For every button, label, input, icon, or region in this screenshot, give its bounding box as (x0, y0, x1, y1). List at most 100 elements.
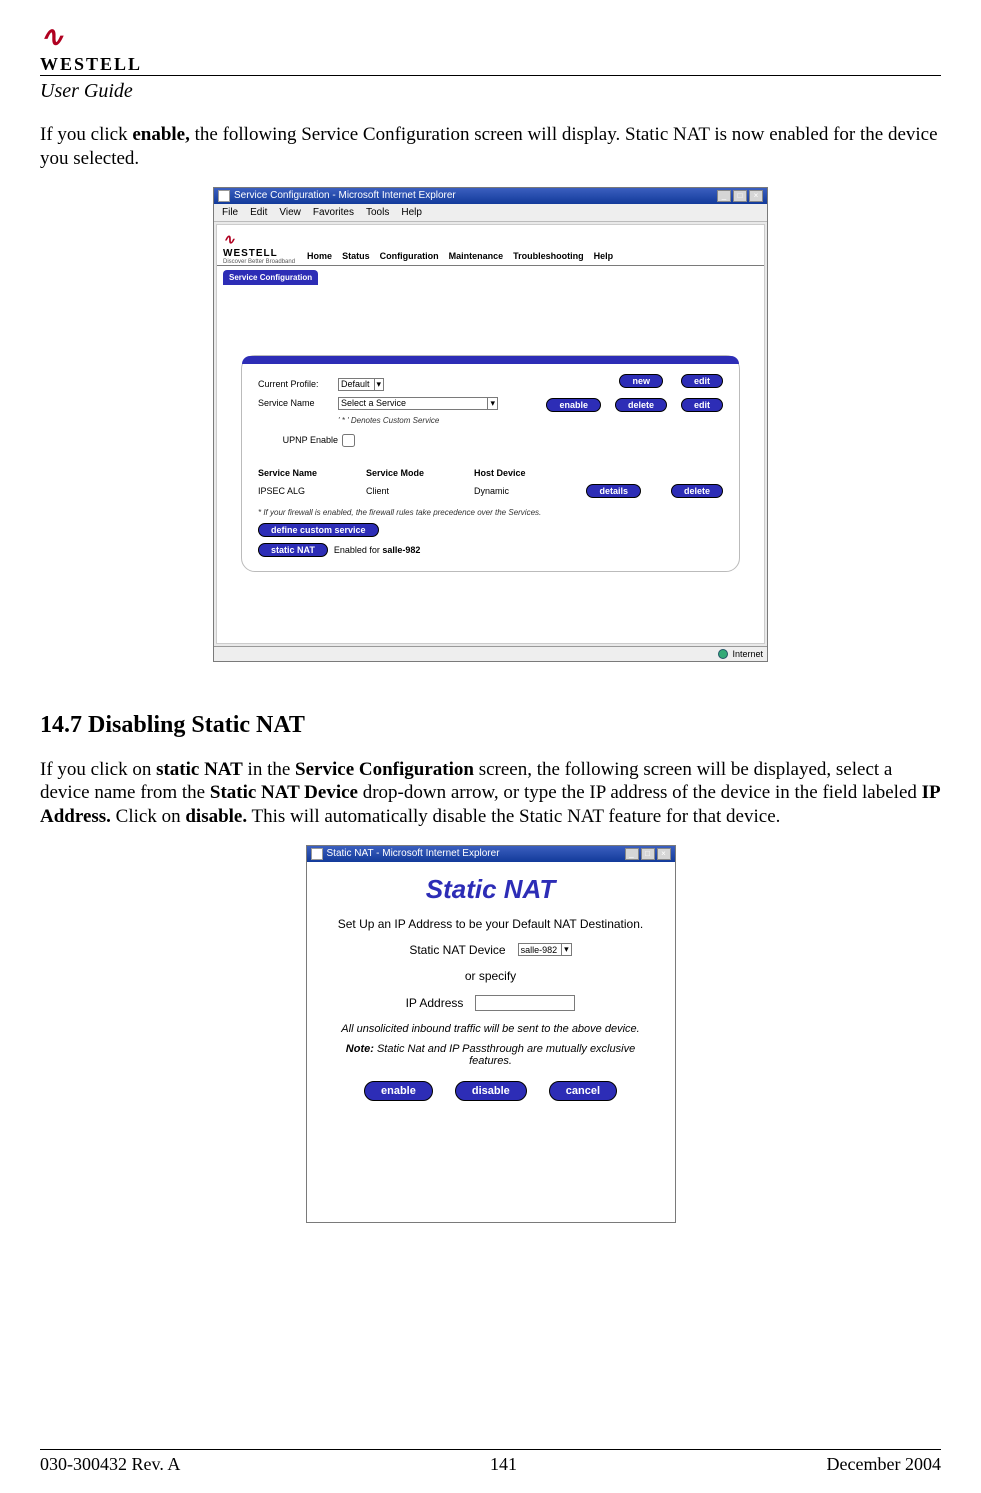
service-name-note: ' * ' Denotes Custom Service (338, 416, 723, 425)
menu-view[interactable]: View (279, 207, 301, 218)
app-header: ∿ WESTELL Discover Better Broadband Home… (217, 225, 764, 266)
current-profile-select[interactable]: Default ▾ (338, 378, 384, 391)
p2-b0: static NAT (156, 759, 243, 780)
current-profile-label: Current Profile: (258, 379, 338, 389)
app-logo: ∿ WESTELL Discover Better Broadband (223, 231, 295, 265)
row-delete-button[interactable]: delete (671, 484, 723, 498)
window-titlebar: Service Configuration - Microsoft Intern… (214, 188, 767, 204)
nav-status[interactable]: Status (342, 251, 370, 261)
menu-help[interactable]: Help (401, 207, 422, 218)
footer-right: December 2004 (827, 1454, 941, 1475)
window-title-2: Static NAT - Microsoft Internet Explorer (327, 848, 500, 859)
upnp-checkbox[interactable] (342, 434, 355, 447)
close-icon[interactable]: × (749, 190, 763, 202)
app-brand: WESTELL (223, 248, 278, 259)
p2-s0: If you click on (40, 759, 156, 780)
maximize-icon[interactable]: □ (733, 190, 747, 202)
logo-rule (40, 75, 941, 76)
service-name-label: Service Name (258, 398, 338, 408)
static-nat-status: Enabled for salle-982 (334, 545, 421, 555)
th-service-mode: Service Mode (366, 468, 444, 478)
static-nat-instruction: Set Up an IP Address to be your Default … (323, 917, 659, 931)
app-nav: Home Status Configuration Maintenance Tr… (307, 251, 613, 265)
snat-cancel-button[interactable]: cancel (549, 1081, 617, 1101)
ie-icon (311, 848, 323, 860)
static-nat-device-value: salle-982 (521, 945, 558, 955)
table-row: IPSEC ALG Client Dynamic details delete (258, 484, 723, 498)
note-label: Note: (346, 1043, 374, 1055)
panel-topband (242, 356, 739, 364)
chevron-down-icon: ▾ (561, 944, 569, 955)
service-name-select[interactable]: Select a Service ▾ (338, 397, 498, 410)
p2-s5: This will automatically disable the Stat… (247, 806, 780, 827)
delete-button[interactable]: delete (615, 398, 667, 412)
globe-icon (718, 649, 728, 659)
minimize-icon[interactable]: _ (717, 190, 731, 202)
maximize-icon[interactable]: □ (641, 848, 655, 860)
status-prefix: Enabled for (334, 545, 383, 555)
th-host-device: Host Device (474, 468, 552, 478)
p2-b4: disable. (185, 806, 247, 827)
minimize-icon[interactable]: _ (625, 848, 639, 860)
enable-button[interactable]: enable (546, 398, 601, 412)
p2-s1: in the (243, 759, 295, 780)
browser-viewport: ∿ WESTELL Discover Better Broadband Home… (216, 224, 765, 644)
upnp-label: UPNP Enable (258, 435, 338, 445)
screenshot-service-config: Service Configuration - Microsoft Intern… (213, 187, 768, 662)
service-table-header: Service Name Service Mode Host Device (258, 468, 723, 478)
screenshot-static-nat: Static NAT - Microsoft Internet Explorer… (306, 845, 676, 1223)
details-button[interactable]: details (586, 484, 641, 498)
status-device: salle-982 (382, 545, 420, 555)
static-nat-dialog: Static NAT Set Up an IP Address to be yo… (307, 862, 675, 1222)
edit-profile-button[interactable]: edit (681, 374, 723, 388)
td-host-device: Dynamic (474, 486, 552, 496)
nav-home[interactable]: Home (307, 251, 332, 261)
para-1-prefix: If you click (40, 124, 132, 145)
p2-s4: Click on (111, 806, 185, 827)
doc-subhead: User Guide (40, 80, 941, 103)
page-footer: 030-300432 Rev. A 141 December 2004 (40, 1449, 941, 1475)
define-custom-service-button[interactable]: define custom service (258, 523, 379, 537)
snat-enable-button[interactable]: enable (364, 1081, 433, 1101)
td-service-name: IPSEC ALG (258, 486, 336, 496)
static-nat-button[interactable]: static NAT (258, 543, 328, 557)
firewall-note: * If your firewall is enabled, the firew… (258, 508, 723, 517)
page-logo: ∿ WESTELL (40, 20, 941, 76)
status-internet: Internet (732, 649, 763, 659)
ip-address-label: IP Address (406, 996, 464, 1010)
or-specify-label: or specify (323, 969, 659, 983)
nav-maintenance[interactable]: Maintenance (449, 251, 504, 261)
footer-center: 141 (490, 1454, 517, 1475)
chevron-down-icon: ▾ (374, 379, 382, 390)
app-tagline: Discover Better Broadband (223, 259, 295, 265)
section-heading: 14.7 Disabling Static NAT (40, 712, 941, 739)
th-service-name: Service Name (258, 468, 336, 478)
p2-s3: drop-down arrow, or type the IP address … (358, 782, 922, 803)
browser-menubar: File Edit View Favorites Tools Help (214, 204, 767, 222)
config-panel: new edit enable delete edit Current Prof… (241, 355, 740, 572)
snat-disable-button[interactable]: disable (455, 1081, 527, 1101)
nav-help[interactable]: Help (594, 251, 614, 261)
brand-name: WESTELL (40, 54, 941, 75)
p2-b2: Static NAT Device (210, 782, 358, 803)
app-swoosh-icon: ∿ (223, 231, 235, 248)
note-text: Static Nat and IP Passthrough are mutual… (374, 1043, 635, 1067)
menu-tools[interactable]: Tools (366, 207, 389, 218)
window-titlebar-2: Static NAT - Microsoft Internet Explorer… (307, 846, 675, 862)
static-nat-note-2: Note: Static Nat and IP Passthrough are … (341, 1043, 641, 1067)
menu-favorites[interactable]: Favorites (313, 207, 354, 218)
nav-configuration[interactable]: Configuration (380, 251, 439, 261)
new-button[interactable]: new (619, 374, 663, 388)
para-2: If you click on static NAT in the Servic… (40, 758, 941, 829)
td-service-mode: Client (366, 486, 444, 496)
close-icon[interactable]: × (657, 848, 671, 860)
menu-edit[interactable]: Edit (250, 207, 267, 218)
nav-troubleshooting[interactable]: Troubleshooting (513, 251, 584, 261)
ip-address-input[interactable] (475, 995, 575, 1011)
tab-service-configuration[interactable]: Service Configuration (223, 270, 318, 285)
chevron-down-icon: ▾ (487, 398, 495, 409)
para-1: If you click enable, the following Servi… (40, 123, 941, 171)
edit-service-button[interactable]: edit (681, 398, 723, 412)
menu-file[interactable]: File (222, 207, 238, 218)
static-nat-device-select[interactable]: salle-982 ▾ (518, 943, 572, 956)
